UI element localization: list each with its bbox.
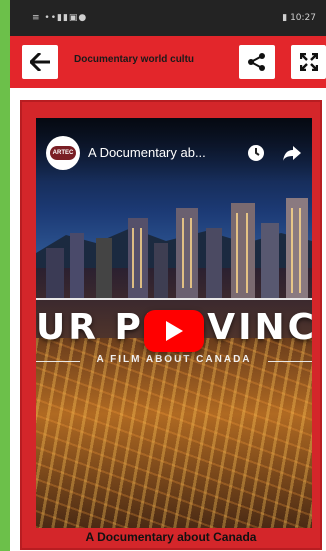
fullscreen-button[interactable] — [291, 45, 326, 79]
play-button[interactable] — [144, 310, 204, 352]
headline-rule — [36, 298, 312, 300]
documentary-card[interactable]: ARTEC A Documentary ab... UR PROVINCE A … — [20, 100, 322, 550]
video-thumbnail-skyline — [46, 198, 308, 298]
clock-icon[interactable] — [246, 143, 266, 163]
arrow-left-icon — [30, 53, 50, 71]
share-icon — [248, 53, 265, 71]
status-icons: ≡ ••▮▮▣● — [32, 13, 88, 23]
content-area: ARTEC A Documentary ab... UR PROVINCE A … — [10, 88, 326, 551]
video-title[interactable]: A Documentary ab... — [88, 145, 238, 163]
play-icon — [166, 321, 183, 341]
fullscreen-icon — [299, 53, 318, 71]
back-button[interactable] — [22, 45, 58, 79]
card-caption: A Documentary about Canada — [85, 530, 257, 544]
phone-screen: ≡ ••▮▮▣● ▮ 10:27 Documentary world cultu — [10, 0, 326, 551]
channel-logo: ARTEC — [50, 146, 76, 160]
app-bar: Documentary world cultu — [10, 36, 326, 88]
status-clock: ▮ 10:27 — [282, 13, 316, 23]
video-player[interactable]: ARTEC A Documentary ab... UR PROVINCE A … — [36, 118, 312, 528]
app-title: Documentary world cultu — [74, 54, 195, 65]
channel-avatar[interactable]: ARTEC — [46, 136, 80, 170]
share-button[interactable] — [239, 45, 275, 79]
subheadline-rule-right — [268, 361, 312, 362]
share-arrow-icon[interactable] — [282, 143, 302, 163]
status-bar: ≡ ••▮▮▣● ▮ 10:27 — [10, 0, 326, 36]
